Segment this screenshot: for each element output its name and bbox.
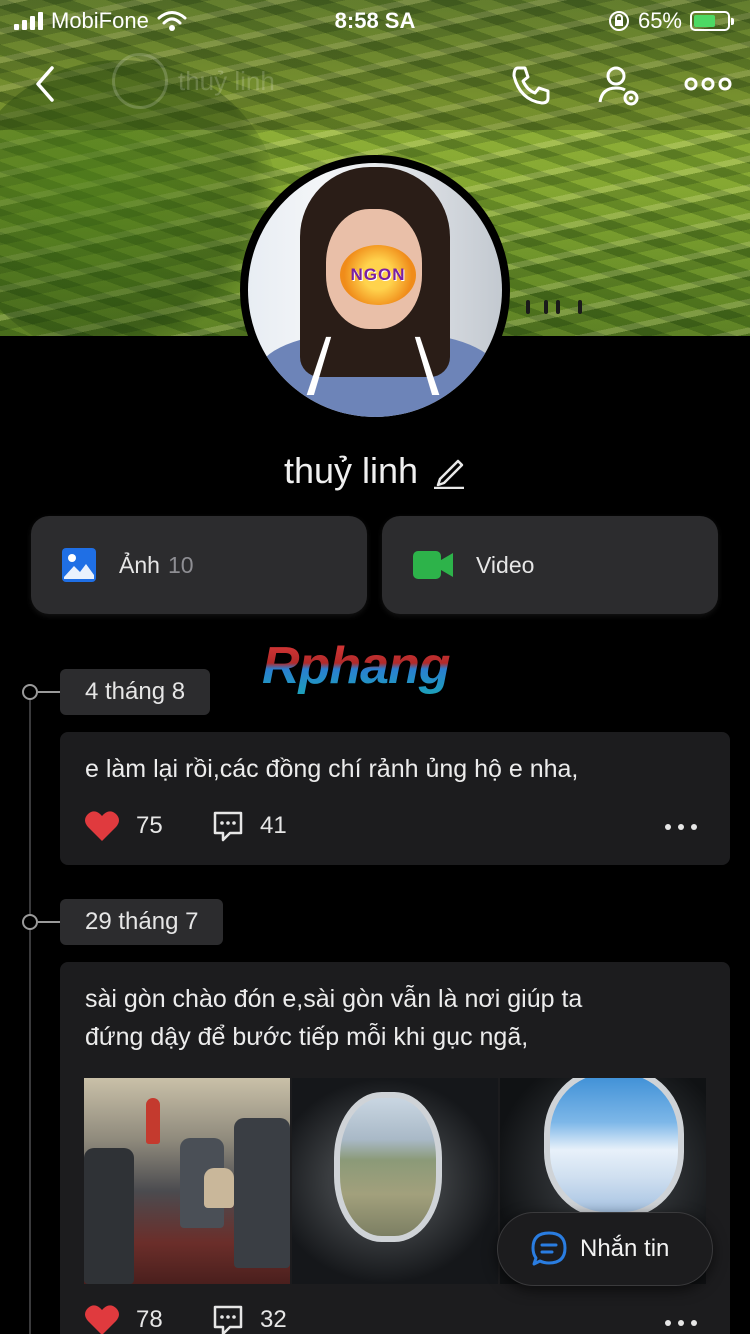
- rotation-lock-icon: [608, 11, 629, 31]
- photos-count: 10: [167, 551, 194, 578]
- message-label: Nhắn tin: [580, 1235, 670, 1262]
- video-label: Video: [476, 551, 535, 578]
- edit-icon[interactable]: [432, 453, 466, 489]
- photos-button[interactable]: Ảnh 10: [31, 516, 367, 614]
- avatar-photo: NGON: [248, 163, 502, 417]
- post-date: 4 tháng 8: [60, 669, 211, 715]
- like-button[interactable]: 75: [84, 810, 163, 842]
- avatar-sticker: NGON: [340, 245, 416, 305]
- like-count: 78: [136, 1306, 163, 1333]
- watermark-logo: Rphang: [262, 636, 488, 696]
- photos-label: Ảnh: [119, 551, 160, 578]
- post-more-icon[interactable]: [664, 822, 698, 832]
- back-icon[interactable]: [26, 62, 66, 106]
- timeline-tick: [38, 921, 60, 923]
- profile-name-row: thuỷ linh: [0, 446, 750, 496]
- battery-icon: [690, 11, 734, 31]
- post-image-window-land[interactable]: [292, 1078, 498, 1284]
- post-text: sài gòn chào đón e,sài gòn vẫn là nơi gi…: [85, 980, 582, 1056]
- header-ghost-title: thuỷ linh: [112, 53, 332, 109]
- post-image-cabin[interactable]: [84, 1078, 290, 1284]
- status-bar: MobiFone 8:58 SA 65%: [0, 0, 750, 42]
- post-card[interactable]: e làm lại rồi,các đồng chí rảnh ủng hộ e…: [60, 732, 730, 865]
- heart-icon: [85, 1305, 119, 1334]
- post-more-icon[interactable]: [664, 1318, 698, 1328]
- videos-button[interactable]: Video: [382, 516, 718, 614]
- chat-icon: [531, 1231, 567, 1266]
- timeline-node: [22, 914, 38, 930]
- airplane-window: [544, 1078, 684, 1218]
- photo-icon: [62, 548, 96, 582]
- battery-percent: 65%: [637, 8, 682, 33]
- phone-icon[interactable]: [508, 62, 554, 108]
- user-settings-icon[interactable]: [596, 62, 644, 110]
- comment-count: 41: [260, 812, 287, 839]
- comment-icon: [213, 1305, 243, 1334]
- heart-icon: [85, 811, 119, 841]
- post-date: 29 tháng 7: [60, 899, 224, 945]
- message-button[interactable]: Nhắn tin: [497, 1212, 713, 1286]
- post-text-line: sài gòn chào đón e,sài gòn vẫn là nơi gi…: [85, 985, 583, 1013]
- post-text-line: đứng dậy để bước tiếp mỗi khi gục ngã,: [85, 1023, 529, 1051]
- comment-count: 32: [260, 1306, 287, 1333]
- like-count: 75: [136, 812, 163, 839]
- video-icon: [413, 551, 453, 579]
- avatar-collar: [306, 336, 440, 396]
- timeline-tick: [38, 691, 60, 693]
- comment-icon: [213, 811, 243, 842]
- more-icon[interactable]: [684, 70, 732, 98]
- profile-name: thuỷ linh: [283, 450, 419, 491]
- comment-button[interactable]: 32: [212, 1304, 287, 1334]
- profile-avatar[interactable]: NGON: [240, 155, 510, 425]
- comment-button[interactable]: 41: [212, 810, 287, 842]
- cover-walkers: [522, 296, 586, 314]
- ghost-avatar-icon: [112, 53, 168, 109]
- post-text: e làm lại rồi,các đồng chí rảnh ủng hộ e…: [85, 755, 579, 783]
- airplane-window: [334, 1092, 442, 1242]
- like-button[interactable]: 78: [84, 1304, 163, 1334]
- timeline-line: [29, 692, 31, 1334]
- timeline-node: [22, 684, 38, 700]
